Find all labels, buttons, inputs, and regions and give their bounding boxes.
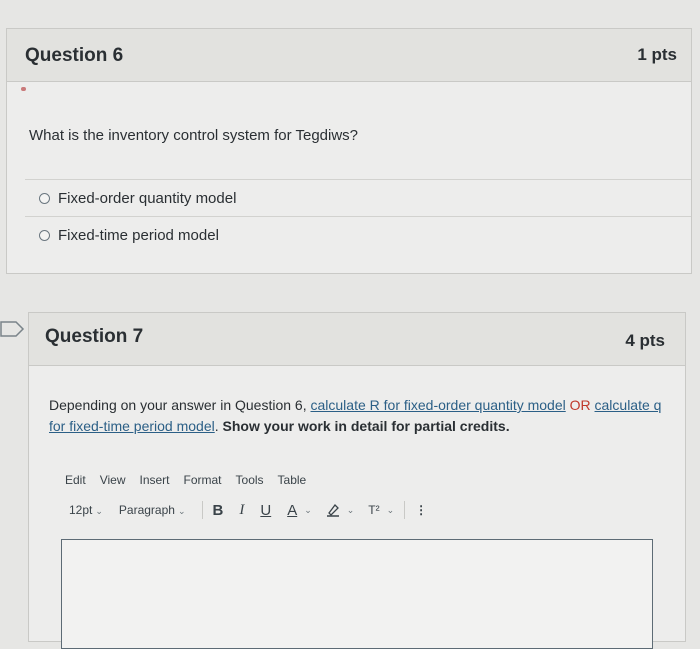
- italic-button[interactable]: I: [239, 502, 244, 519]
- chevron-down-icon[interactable]: ⌄: [387, 505, 395, 516]
- bold-button[interactable]: B: [213, 502, 224, 519]
- underline-button[interactable]: U: [260, 502, 271, 519]
- superscript-button[interactable]: T²: [368, 503, 379, 517]
- question-7-title: Question 7: [45, 326, 144, 347]
- radio-button[interactable]: [39, 192, 50, 204]
- toolbar-separator: [404, 501, 406, 519]
- question-7-text: Depending on your answer in Question 6, …: [49, 395, 669, 437]
- menu-view[interactable]: View: [100, 473, 126, 487]
- question-7-points: 4 pts: [625, 331, 665, 350]
- question-6-text: What is the inventory control system for…: [29, 127, 359, 144]
- menu-format[interactable]: Format: [184, 473, 222, 487]
- answer-label: Fixed-order quantity model: [58, 189, 237, 207]
- chevron-down-icon[interactable]: ⌄: [347, 505, 355, 516]
- text-color-button[interactable]: A: [287, 502, 297, 519]
- flag-mark-icon: [21, 87, 26, 91]
- question-6-title: Question 6: [25, 45, 124, 66]
- menu-table[interactable]: Table: [278, 473, 307, 487]
- paragraph-value: Paragraph: [118, 503, 175, 517]
- question-7-lead: Depending on your answer in Question 6,: [49, 397, 311, 413]
- instruction-bold: Show your work in detail for partial cre…: [218, 418, 510, 434]
- link-calculate-r[interactable]: calculate R for fixed-order quantity mod…: [311, 397, 566, 413]
- question-6-card: Question 6 1 pts What is the inventory c…: [6, 28, 692, 274]
- paragraph-dropdown[interactable]: Paragraph ⌄: [119, 503, 186, 517]
- answer-editor[interactable]: [61, 539, 653, 649]
- radio-button[interactable]: [39, 229, 50, 241]
- editor-toolbar: 12pt ⌄ Paragraph ⌄ B I U A ⌄ ⌄ T² ⌄ ⋮: [69, 501, 427, 519]
- menu-tools[interactable]: Tools: [236, 473, 264, 487]
- answer-option[interactable]: Fixed-order quantity model: [25, 179, 691, 216]
- question-6-header: Question 6 1 pts: [7, 29, 691, 82]
- chevron-down-icon: ⌄: [95, 506, 103, 516]
- answer-label: Fixed-time period model: [58, 226, 219, 244]
- font-size-value: 12pt: [69, 503, 93, 517]
- question-6-points: 1 pts: [637, 45, 677, 64]
- menu-edit[interactable]: Edit: [65, 473, 86, 487]
- toolbar-separator: [201, 501, 203, 519]
- editor-menubar: Edit View Insert Format Tools Table: [65, 473, 306, 487]
- font-size-dropdown[interactable]: 12pt ⌄: [69, 503, 103, 517]
- menu-insert[interactable]: Insert: [139, 473, 169, 487]
- question-7-header: Question 7 4 pts: [29, 313, 685, 366]
- answer-option[interactable]: Fixed-time period model: [25, 216, 691, 253]
- chevron-down-icon: ⌄: [177, 506, 186, 516]
- or-text: OR: [565, 397, 595, 413]
- question-7-card: Question 7 4 pts Depending on your answe…: [28, 312, 686, 649]
- chevron-down-icon[interactable]: ⌄: [304, 505, 312, 516]
- answer-list: Fixed-order quantity model Fixed-time pe…: [25, 179, 691, 253]
- highlighter-icon[interactable]: [326, 503, 340, 517]
- more-options-icon[interactable]: ⋮: [415, 503, 427, 517]
- flag-question-icon[interactable]: [0, 318, 26, 340]
